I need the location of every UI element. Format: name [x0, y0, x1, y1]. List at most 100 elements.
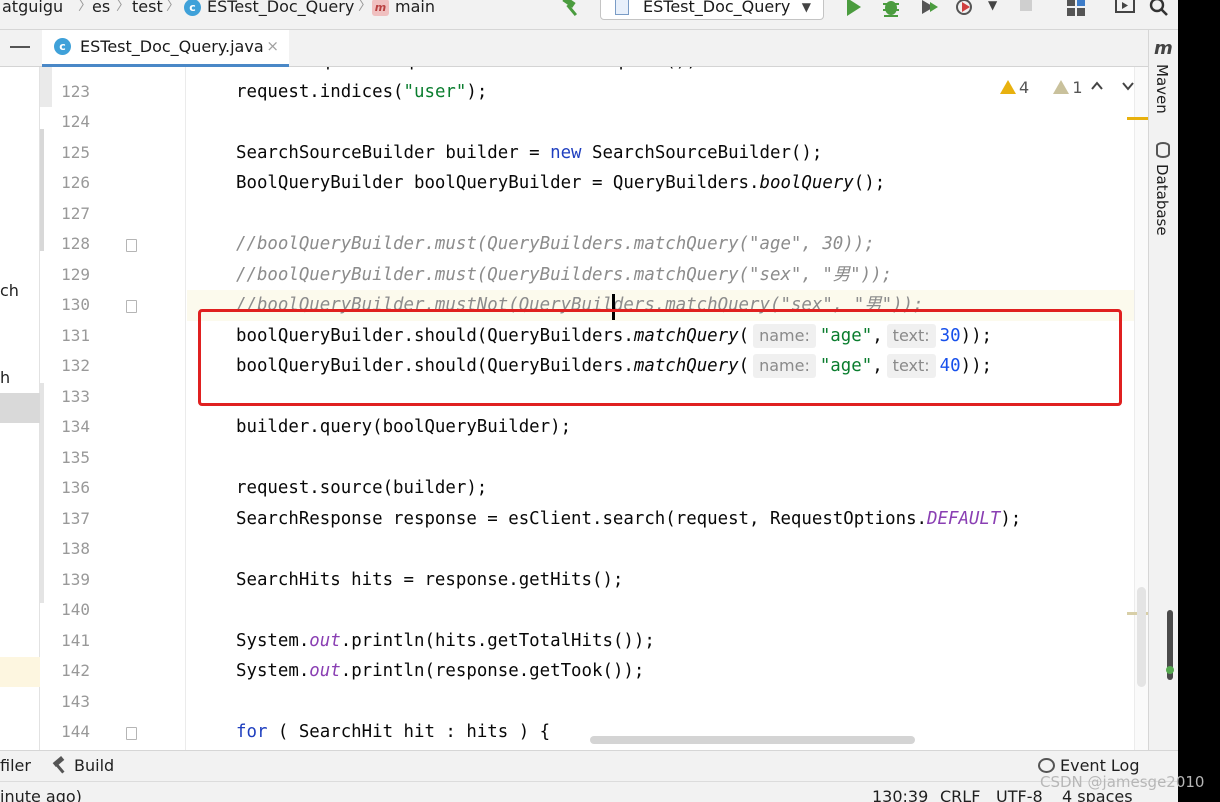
code-line-129: //boolQueryBuilder.must(QueryBuilders.ma…: [236, 264, 893, 285]
editor-horizontal-scrollbar[interactable]: [590, 736, 915, 744]
line-number: 136: [61, 478, 90, 497]
run-with-coverage-icon[interactable]: [918, 0, 940, 18]
class-icon: c: [184, 0, 201, 16]
project-structure-icon[interactable]: [1065, 0, 1087, 18]
line-number: 133: [61, 386, 90, 406]
profiler-icon[interactable]: [955, 0, 977, 18]
debug-bug-icon[interactable]: [880, 0, 902, 18]
profiler-tool-button[interactable]: filer: [0, 755, 31, 777]
database-tool-button[interactable]: Database: [1153, 164, 1171, 236]
presentation-mode-icon[interactable]: [1114, 0, 1136, 18]
scrollbar-thumb[interactable]: [1137, 587, 1146, 687]
project-tree-fragment[interactable]: ch: [0, 281, 19, 300]
breadcrumb-method[interactable]: m main: [372, 0, 435, 18]
line-number: 132: [61, 356, 90, 375]
project-tree-selected-row[interactable]: [0, 393, 40, 423]
breadcrumb-package-es[interactable]: es: [92, 0, 110, 18]
more-run-options-chevron-icon[interactable]: ▼: [988, 0, 997, 12]
line-number: 129: [61, 264, 90, 284]
code-line-128: //boolQueryBuilder.must(QueryBuilders.ma…: [236, 234, 875, 254]
maven-icon[interactable]: m: [1154, 38, 1173, 59]
line-number: 126: [61, 173, 90, 192]
close-icon[interactable]: ×: [266, 30, 279, 63]
status-message[interactable]: inute ago): [0, 786, 82, 802]
build-tool-button[interactable]: Build: [52, 755, 114, 777]
bottom-tool-window-bar: filer Build Event Log: [0, 750, 1178, 781]
run-icon[interactable]: [842, 0, 864, 18]
run-configuration-selector[interactable]: ESTest_Doc_Query ▼: [600, 0, 824, 20]
code-line-134: builder.query(boolQueryBuilder);: [236, 417, 572, 437]
code-line-125: SearchSourceBuilder builder = new Search…: [236, 142, 823, 163]
line-number: 124: [61, 112, 90, 131]
code-line-136: request.source(builder);: [236, 478, 488, 498]
line-number: 137: [61, 508, 90, 528]
tab-label: ESTest_Doc_Query.java: [80, 37, 264, 56]
line-number: 142: [61, 661, 90, 680]
caret-position[interactable]: 130:39: [872, 786, 928, 802]
search-icon[interactable]: [1148, 0, 1170, 18]
line-number: 127: [61, 203, 90, 223]
line-number: 143: [61, 691, 90, 711]
fold-toggle-icon[interactable]: [126, 300, 137, 313]
watermark: CSDN @jamesge2010: [1040, 773, 1205, 791]
speech-bubble-icon: [1038, 758, 1055, 773]
code-line-139: SearchHits hits = response.getHits();: [236, 569, 624, 590]
code-line-126: BoolQueryBuilder boolQueryBuilder = Quer…: [236, 173, 886, 193]
previous-highlight-chevron-up-icon[interactable]: [1089, 78, 1105, 94]
breadcrumb-class-label: ESTest_Doc_Query: [207, 0, 355, 16]
tab-estest-doc-query-java[interactable]: c ESTest_Doc_Query.java ×: [42, 30, 289, 67]
breadcrumb-separator: 〉: [166, 0, 180, 14]
line-number: 135: [61, 447, 90, 467]
breadcrumb-separator: 〉: [78, 0, 92, 14]
code-line-141: System.out.println(hits.getTotalHits());: [236, 630, 655, 651]
project-panel-edge: ch h: [0, 67, 40, 750]
right-tool-window-strip: m Maven Database: [1148, 30, 1178, 750]
inspections-widget[interactable]: 4 1: [1000, 78, 1083, 100]
line-number: 123: [61, 81, 90, 101]
code-line-142: System.out.println(response.getTook());: [236, 661, 645, 681]
warning-marker[interactable]: [1127, 117, 1149, 120]
line-number: 128: [61, 234, 90, 253]
line-number: 139: [61, 569, 90, 589]
status-dot-icon: [1166, 666, 1174, 674]
breadcrumb-project[interactable]: atguigu: [2, 0, 63, 18]
line-number: 144: [61, 722, 90, 741]
stop-icon[interactable]: [1015, 0, 1037, 18]
fold-toggle-icon[interactable]: [126, 727, 137, 740]
run-configuration-label: ESTest_Doc_Query: [643, 0, 791, 16]
database-icon[interactable]: [1156, 142, 1170, 158]
hammer-icon: [52, 757, 68, 773]
warning-count: 4: [1019, 78, 1030, 97]
navigation-bar: atguigu 〉 es 〉 test 〉 c ESTest_Doc_Query …: [0, 0, 1178, 30]
class-icon: c: [54, 38, 71, 55]
editor-tab-strip: c ESTest_Doc_Query.java ×: [0, 30, 1148, 67]
status-bar: inute ago) 130:39 CRLF UTF-8 4 spaces: [0, 781, 1178, 802]
line-number: 130: [61, 295, 90, 314]
screen-edge-black: [1178, 0, 1220, 802]
breadcrumb-package-test[interactable]: test: [132, 0, 163, 18]
maven-tool-button[interactable]: Maven: [1153, 64, 1171, 114]
weak-warning-count: 1: [1072, 78, 1083, 97]
highlight-annotation-box: [198, 309, 1122, 406]
project-tree-fragment[interactable]: h: [0, 368, 10, 387]
breadcrumb-separator: 〉: [116, 0, 130, 14]
gutter-scroll-track: [40, 383, 44, 603]
weak-warning-icon: [1053, 80, 1070, 94]
build-label: Build: [74, 756, 115, 775]
gutter-scroll-track: [40, 129, 44, 251]
line-number: 131: [61, 325, 90, 345]
fold-toggle-icon[interactable]: [126, 239, 137, 252]
collapse-panel-icon[interactable]: [10, 46, 30, 48]
line-number: 140: [61, 600, 90, 619]
java-file-icon: [615, 0, 629, 15]
editor-vertical-scrollbar[interactable]: [1127, 67, 1149, 750]
warning-icon: [1000, 80, 1016, 94]
build-hammer-icon[interactable]: [560, 0, 582, 18]
line-number: 134: [61, 417, 90, 436]
code-editor[interactable]: SearchRequest request = new SearchReques…: [187, 67, 1148, 750]
file-encoding[interactable]: UTF-8: [996, 786, 1043, 802]
chevron-down-icon: ▼: [801, 0, 811, 14]
breadcrumb-class[interactable]: c ESTest_Doc_Query: [184, 0, 354, 18]
line-separator[interactable]: CRLF: [940, 786, 980, 802]
code-line-137: SearchResponse response = esClient.searc…: [236, 508, 1022, 529]
